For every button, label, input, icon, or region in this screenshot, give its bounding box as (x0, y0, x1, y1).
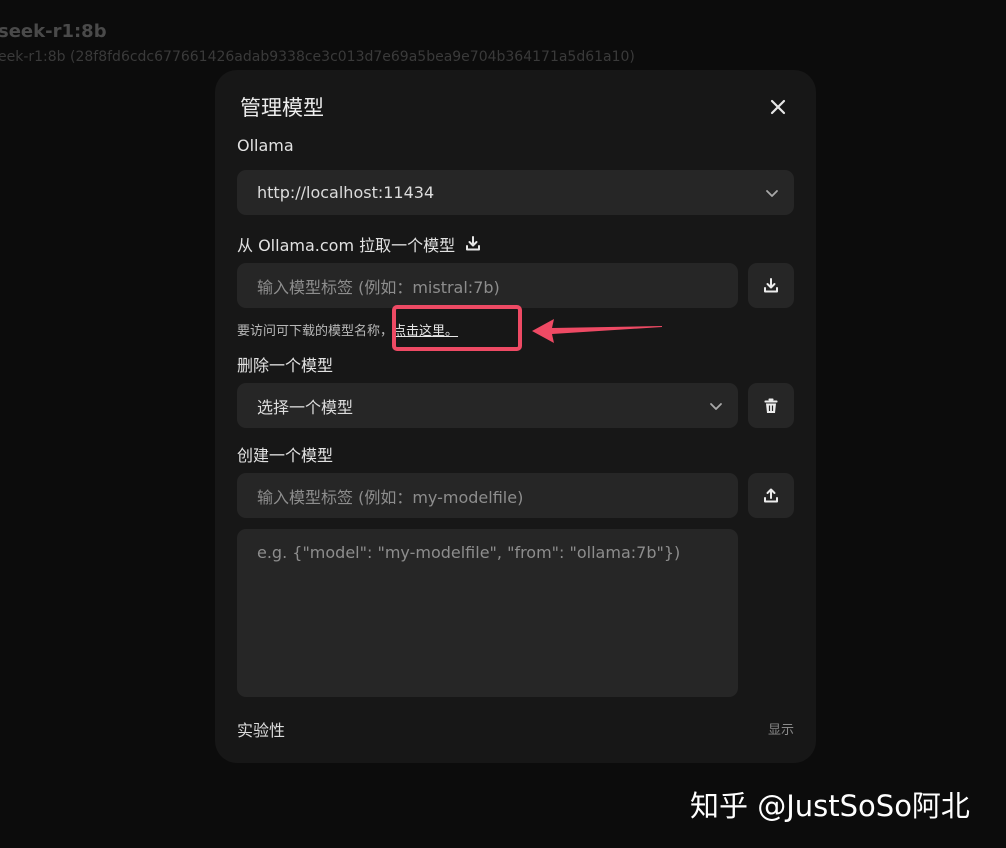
background-model-title: seek-r1:8b (0, 21, 107, 42)
trash-icon (764, 398, 778, 413)
pull-model-button[interactable] (748, 263, 794, 308)
download-icon (764, 277, 778, 292)
upload-icon (764, 488, 778, 502)
chevron-down-icon (766, 189, 778, 197)
download-icon (466, 236, 481, 251)
modelfile-textarea[interactable]: e.g. {"model": "my-modelfile", "from": "… (237, 529, 738, 697)
delete-model-button[interactable] (748, 383, 794, 428)
modal-title: 管理模型 (240, 96, 324, 120)
pull-model-section-label: 从 Ollama.com 拉取一个模型 (237, 232, 482, 256)
create-model-input[interactable]: 输入模型标签 (例如：my-modelfile) (237, 473, 738, 518)
manage-models-modal: 管理模型 Ollama http://localhost:11434 从 Oll… (215, 70, 816, 763)
delete-model-label: 删除一个模型 (237, 356, 334, 375)
create-model-button[interactable] (748, 473, 794, 518)
annotation-highlight-box (392, 305, 522, 351)
delete-model-select-value: 选择一个模型 (257, 397, 354, 417)
create-model-label: 创建一个模型 (237, 446, 334, 465)
pull-model-label: 从 Ollama.com 拉取一个模型 (237, 236, 456, 255)
experimental-show-toggle[interactable]: 显示 (768, 719, 794, 738)
chevron-down-icon (710, 402, 722, 410)
provider-label: Ollama (237, 136, 294, 155)
server-url-select[interactable]: http://localhost:11434 (237, 170, 794, 215)
delete-model-select[interactable]: 选择一个模型 (237, 383, 738, 428)
annotation-arrow-icon (532, 319, 662, 343)
server-url-value: http://localhost:11434 (257, 183, 435, 202)
pull-model-input[interactable]: 输入模型标签 (例如：mistral:7b) (237, 263, 738, 308)
close-button[interactable] (765, 94, 791, 120)
background-model-id: eek-r1:8b (28f8fd6cdc677661426adab9338ce… (0, 49, 635, 65)
hint-text: 要访问可下载的模型名称， (237, 324, 394, 339)
experimental-label: 实验性 (237, 721, 286, 740)
watermark: 知乎 @JustSoSo阿北 (690, 789, 970, 823)
close-icon (770, 99, 786, 115)
